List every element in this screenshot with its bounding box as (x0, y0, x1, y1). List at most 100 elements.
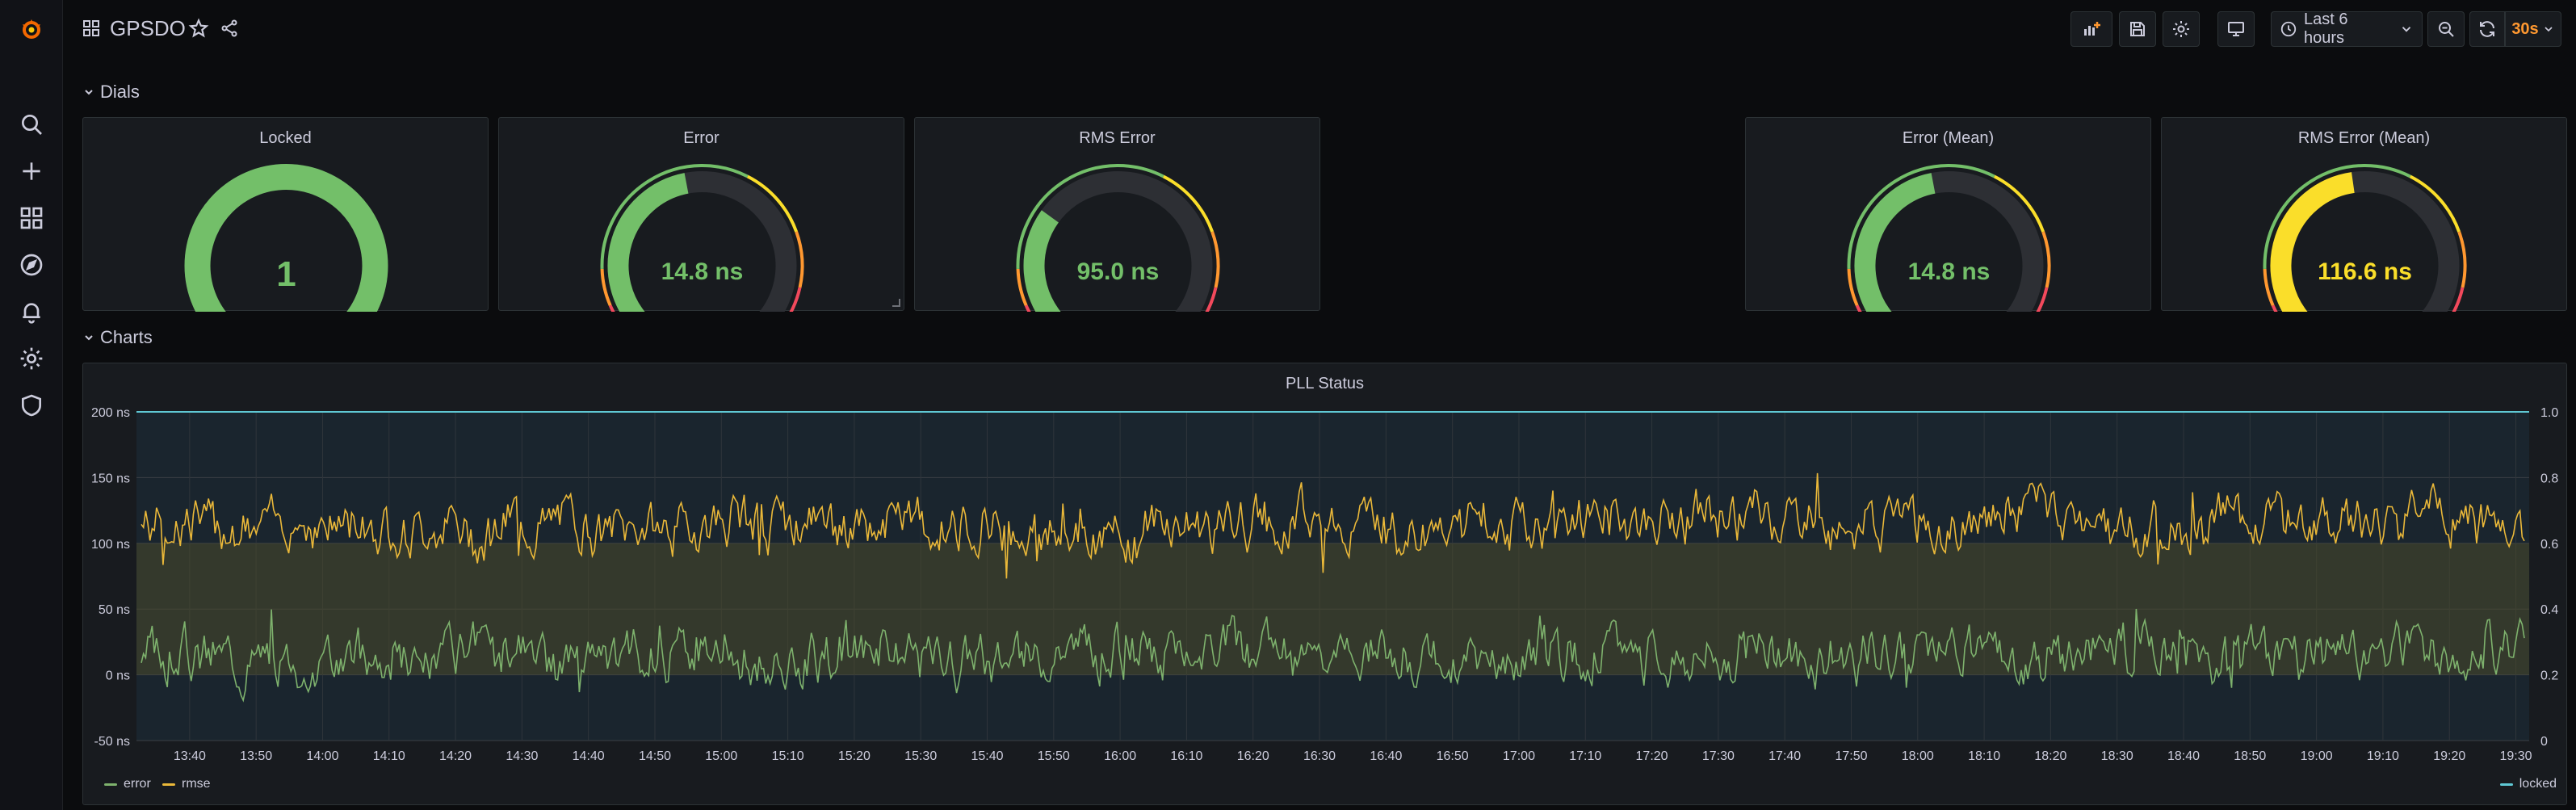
y-axis-left-tick-label: 0 ns (106, 669, 130, 683)
x-axis-tick-label: 18:40 (2167, 749, 2200, 763)
save-dashboard-button[interactable] (2119, 11, 2156, 47)
refresh-button[interactable] (2469, 11, 2505, 47)
dashboard-settings-button[interactable] (2163, 11, 2200, 47)
legend-label: error (124, 777, 151, 791)
panel-pll-status[interactable]: PLL Status 200 ns 150 ns 100 ns 50 ns 0 ns -5… (82, 363, 2567, 805)
dashboard-grid-icon (81, 18, 102, 39)
x-axis-tick-label: 18:10 (1968, 749, 2000, 763)
x-axis-tick-label: 13:40 (174, 749, 206, 763)
x-axis-tick-label: 18:20 (2034, 749, 2066, 763)
gauge-value-arc (607, 173, 689, 312)
server-admin-shield-icon[interactable] (15, 389, 48, 422)
x-axis-tick-label: 13:50 (240, 749, 272, 763)
panel-rms-error-mean[interactable]: RMS Error (Mean) 116.6 ns (2161, 117, 2567, 312)
gauge-svg: 14.8 ns (1847, 164, 2051, 312)
gauge-value: 14.8 ns (1908, 258, 1991, 285)
gauge-threshold-band (1210, 231, 1220, 288)
gauge-svg: 116.6 ns (2263, 164, 2467, 312)
gauge-threshold-band (2041, 231, 2051, 288)
gauge-svg: 14.8 ns (600, 164, 804, 312)
add-panel-button[interactable] (2070, 11, 2112, 47)
dashboards-icon[interactable] (15, 202, 48, 234)
panel-error-mean[interactable]: Error (Mean) 14.8 ns (1745, 117, 2151, 312)
x-axis-tick-label: 14:00 (306, 749, 338, 763)
share-icon[interactable] (218, 17, 241, 40)
row-charts-header[interactable]: Charts (82, 327, 153, 348)
gauge-value-arc (2270, 172, 2355, 312)
plus-icon[interactable] (15, 155, 48, 187)
top-navbar: GPSDO Last 6 hours 30s (63, 0, 2576, 58)
x-axis-tick-label: 19:00 (2301, 749, 2333, 763)
y-axis-right-tick-label: 0.8 (2540, 472, 2558, 485)
zoom-out-button[interactable] (2427, 11, 2465, 47)
y-axis-right-tick-label: 1.0 (2540, 406, 2558, 420)
gauge-svg: 95.0 ns (1016, 164, 1220, 312)
x-axis-tick-label: 16:50 (1437, 749, 1469, 763)
x-axis-tick-label: 17:20 (1636, 749, 1668, 763)
gauge-track (1023, 171, 1213, 312)
x-axis-tick-label: 15:00 (705, 749, 737, 763)
gauge-threshold-band (2457, 231, 2467, 288)
panel-rms-error[interactable]: RMS Error 95.0 ns (914, 117, 1320, 312)
legend-swatch (162, 783, 175, 786)
x-axis-tick-label: 14:10 (373, 749, 405, 763)
x-axis-tick-label: 17:00 (1503, 749, 1535, 763)
x-axis-tick-label: 15:30 (904, 749, 937, 763)
gauge-threshold-band (795, 231, 804, 288)
x-axis-tick-label: 16:30 (1303, 749, 1336, 763)
row-dials-title: Dials (100, 82, 140, 102)
x-axis-tick-label: 15:50 (1038, 749, 1070, 763)
legend-label: rmse (182, 777, 211, 791)
search-icon[interactable] (15, 108, 48, 141)
x-axis-tick-label: 17:40 (1768, 749, 1801, 763)
row-charts-title: Charts (100, 327, 153, 347)
legend-label: locked (2519, 777, 2557, 791)
alerting-bell-icon[interactable] (15, 296, 48, 328)
legend-item-error[interactable]: error (104, 777, 151, 791)
x-axis-tick-label: 16:10 (1170, 749, 1202, 763)
y-axis-left-tick-label: 200 ns (91, 406, 130, 420)
x-axis-tick-label: 16:00 (1104, 749, 1136, 763)
configuration-gear-icon[interactable] (15, 342, 48, 375)
y-axis-right-tick-label: 0.6 (2540, 538, 2558, 552)
chevron-down-icon (85, 335, 93, 341)
explore-compass-icon[interactable] (15, 249, 48, 281)
refresh-interval-picker[interactable]: 30s (2505, 11, 2561, 47)
y-axis-right-tick-label: 0.2 (2540, 669, 2558, 683)
y-axis-left-tick-label: 150 ns (91, 472, 130, 485)
y-axis-right-tick-label: 0.4 (2540, 603, 2558, 617)
time-picker-button[interactable]: Last 6 hours (2271, 10, 2423, 47)
gauge-value-arc (1023, 210, 1061, 312)
x-axis-tick-label: 17:50 (1835, 749, 1867, 763)
x-axis-tick-label: 17:30 (1702, 749, 1735, 763)
x-axis-tick-label: 16:40 (1370, 749, 1402, 763)
x-axis-tick-label: 15:10 (772, 749, 804, 763)
gauge-value: 1 (276, 254, 296, 294)
gauge-value: 14.8 ns (661, 258, 744, 285)
gauge-value: 116.6 ns (2318, 258, 2412, 285)
chevron-down-icon (85, 90, 93, 95)
sidebar (0, 0, 63, 810)
grafana-logo-icon[interactable] (15, 13, 48, 45)
legend-item-locked[interactable]: locked (2499, 777, 2557, 791)
x-axis-tick-label: 15:40 (971, 749, 1003, 763)
x-axis-tick-label: 14:30 (506, 749, 538, 763)
legend-item-rmse[interactable]: rmse (162, 777, 211, 791)
y-axis-left-tick-label: 100 ns (91, 538, 130, 552)
time-range-label: Last 6 hours (2303, 10, 2348, 47)
star-icon[interactable] (187, 17, 210, 40)
row-dials-header[interactable]: Dials (82, 82, 140, 103)
gauge-svg: 1 (184, 164, 388, 312)
chevron-down-icon (2402, 27, 2411, 32)
x-axis-tick-label: 14:50 (639, 749, 671, 763)
gauge-value-arc (1854, 173, 1936, 312)
dashboard-title[interactable]: GPSDO (110, 16, 186, 41)
x-axis-tick-label: 18:50 (2234, 749, 2266, 763)
panel-locked[interactable]: Locked 1 (82, 117, 489, 312)
y-axis-right-tick-label: 0 (2540, 735, 2548, 749)
refresh-interval-label: 30s (2511, 19, 2539, 38)
clock-icon (2280, 21, 2297, 37)
panel-error[interactable]: Error 14.8 ns (498, 117, 904, 312)
gauge-value: 95.0 ns (1077, 258, 1160, 285)
cycle-view-mode-button[interactable] (2217, 11, 2255, 47)
